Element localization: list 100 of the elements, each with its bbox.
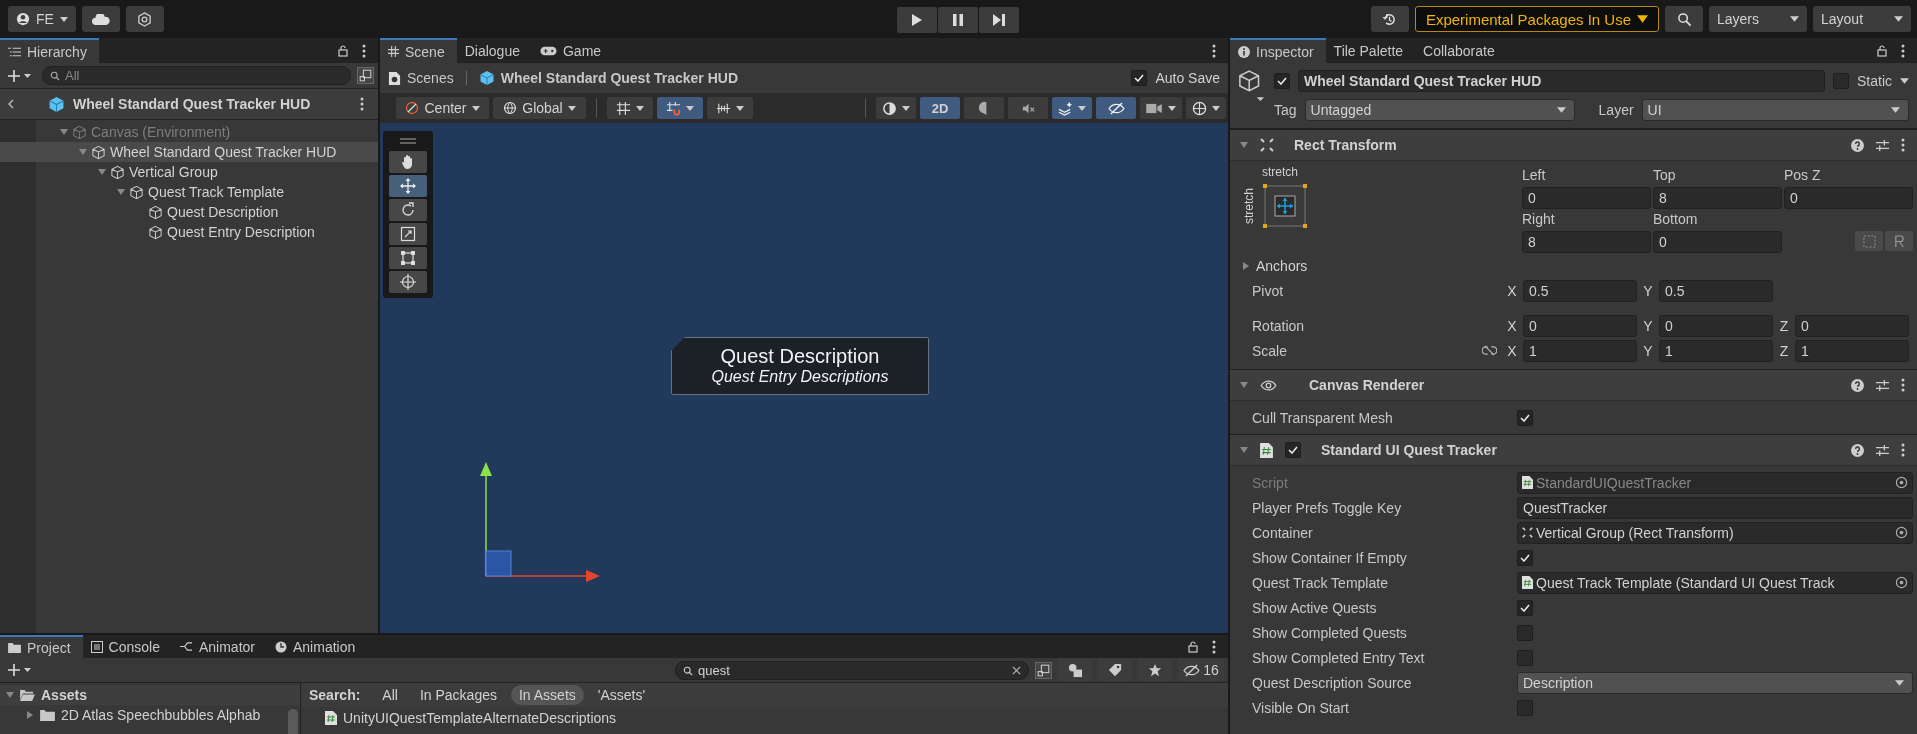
tool-button[interactable] — [389, 199, 427, 221]
component-header[interactable]: Rect Transform — [1230, 129, 1917, 161]
view-tool-button[interactable] — [876, 97, 916, 119]
number-field[interactable]: 0 — [1795, 314, 1909, 337]
layer-dropdown[interactable]: UI — [1641, 99, 1909, 121]
checkbox[interactable] — [1517, 599, 1533, 616]
target-icon[interactable] — [1895, 576, 1908, 589]
more-icon[interactable] — [362, 43, 366, 58]
inspector-tab[interactable]: Inspector — [1230, 38, 1326, 63]
project-tab[interactable]: Animation — [267, 635, 368, 658]
checkbox[interactable] — [1517, 409, 1533, 426]
search-scope-tab[interactable]: All — [374, 685, 406, 705]
tool-button[interactable] — [389, 247, 427, 269]
dropdown[interactable]: Description — [1517, 671, 1913, 694]
checkbox[interactable] — [1517, 699, 1533, 716]
anchor-preset-icon[interactable] — [1262, 183, 1308, 229]
search-field[interactable]: All — [42, 66, 351, 85]
more-icon[interactable] — [1901, 443, 1905, 457]
view-tool-button[interactable] — [1186, 97, 1226, 119]
pause-button[interactable] — [938, 7, 978, 33]
anchors-foldout[interactable]: Anchors — [1230, 253, 1913, 278]
scrollbar-thumb[interactable] — [288, 709, 298, 734]
number-field[interactable]: 8 — [1522, 231, 1651, 253]
number-field[interactable]: 0.5 — [1523, 279, 1637, 302]
text-field[interactable]: QuestTracker — [1517, 496, 1913, 519]
lock-icon[interactable] — [1188, 640, 1198, 653]
more-icon[interactable] — [1212, 639, 1216, 654]
project-tab[interactable]: Animator — [171, 635, 267, 658]
tag-dropdown[interactable]: Untagged — [1304, 99, 1575, 121]
help-icon[interactable] — [1851, 443, 1864, 457]
inspector-tab[interactable]: Collaborate — [1415, 38, 1507, 63]
snap-tool-button[interactable] — [607, 97, 653, 119]
unlink-icon[interactable] — [1482, 345, 1497, 356]
collab-button[interactable] — [125, 6, 164, 32]
number-field[interactable]: 0.5 — [1659, 279, 1773, 302]
history-button[interactable] — [1370, 6, 1409, 32]
checkbox[interactable] — [1517, 624, 1533, 641]
number-field[interactable]: 1 — [1659, 339, 1773, 362]
number-field[interactable]: 1 — [1795, 339, 1909, 362]
number-field[interactable]: 0 — [1784, 187, 1913, 209]
view-tool-button[interactable] — [1052, 97, 1092, 119]
tool-button[interactable] — [389, 151, 427, 173]
breadcrumb-link[interactable]: Scenes — [407, 70, 454, 86]
more-icon[interactable] — [1901, 138, 1905, 152]
search-field[interactable]: quest — [675, 660, 1029, 680]
filter-label-button[interactable] — [1098, 659, 1132, 681]
quest-panel[interactable]: Quest Description Quest Entry Descriptions — [671, 337, 929, 395]
expand-arrow-icon[interactable] — [6, 691, 14, 699]
caret-icon[interactable] — [1900, 78, 1909, 84]
scene-viewport[interactable]: Center Global 2D Quest Description Quest Entry Descriptions — [380, 93, 1228, 633]
checkbox[interactable] — [1517, 549, 1533, 566]
view-tool-button[interactable] — [1096, 97, 1136, 119]
pivot-mode-dropdown[interactable]: Center — [396, 97, 489, 119]
layout-dropdown[interactable]: Layout — [1813, 6, 1911, 32]
asset-item[interactable]: UnityUIQuestTemplateAlternateDescriptions — [301, 707, 1228, 729]
folder-item[interactable]: 2D Atlas Speechbubbles Alphab — [0, 705, 300, 725]
snap-tool-button[interactable] — [707, 97, 753, 119]
target-icon[interactable] — [1895, 476, 1908, 489]
checkbox[interactable] — [1131, 70, 1148, 86]
expand-arrow-icon[interactable] — [26, 711, 34, 719]
number-field[interactable]: 0 — [1659, 314, 1773, 337]
object-field[interactable]: Vertical Group (Rect Transform) — [1517, 521, 1913, 544]
hierarchy-tab[interactable]: Hierarchy — [0, 38, 99, 63]
view-tool-button[interactable] — [1140, 97, 1182, 119]
sliders-icon[interactable] — [1876, 443, 1889, 457]
search-scope-tab[interactable]: 'Assets' — [589, 685, 654, 705]
favorite-button[interactable] — [1138, 659, 1172, 681]
object-field[interactable]: Quest Track Template (Standard UI Quest Track — [1517, 571, 1913, 594]
help-icon[interactable] — [1851, 138, 1864, 152]
component-header[interactable]: Canvas Renderer — [1230, 369, 1917, 401]
more-icon[interactable] — [1901, 43, 1905, 58]
sliders-icon[interactable] — [1876, 138, 1889, 152]
account-button[interactable]: FE — [8, 6, 76, 32]
expand-arrow-icon[interactable] — [1240, 381, 1248, 389]
window-icon[interactable] — [357, 67, 374, 84]
window-icon[interactable] — [1035, 661, 1052, 679]
more-icon[interactable] — [1901, 378, 1905, 392]
more-icon[interactable] — [1212, 43, 1216, 58]
search-scope-tab[interactable]: In Assets — [511, 685, 584, 705]
view-tool-button[interactable] — [1008, 97, 1048, 119]
scene-tab[interactable]: Scene — [380, 38, 457, 63]
hidden-packages-button[interactable]: 16 — [1178, 659, 1224, 681]
scene-tab[interactable]: Dialogue — [456, 38, 532, 63]
axis-gizmo-drawing[interactable] — [480, 462, 600, 582]
project-tab[interactable]: Project — [0, 635, 83, 658]
tool-button[interactable] — [389, 223, 427, 245]
folder-item[interactable]: Assets — [0, 685, 300, 705]
checkbox[interactable] — [1833, 73, 1849, 89]
component-header[interactable]: Standard UI Quest Tracker — [1230, 434, 1917, 466]
inspector-tab[interactable]: Tile Palette — [1325, 38, 1416, 63]
snap-tool-button[interactable] — [657, 97, 703, 119]
back-icon[interactable] — [8, 99, 14, 109]
play-button[interactable] — [897, 7, 937, 33]
tool-button[interactable] — [389, 271, 427, 293]
more-icon[interactable] — [360, 97, 364, 111]
experimental-packages-dropdown[interactable]: Experimental Packages In Use — [1414, 6, 1659, 32]
target-icon[interactable] — [1895, 526, 1908, 539]
lock-icon[interactable] — [1877, 44, 1887, 57]
project-tab[interactable]: Console — [82, 635, 172, 658]
search-button[interactable] — [1665, 6, 1703, 32]
